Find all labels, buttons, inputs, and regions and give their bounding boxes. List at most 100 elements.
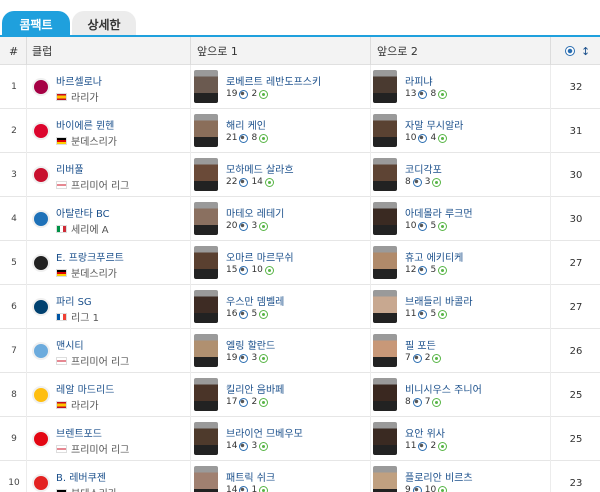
club-name-link[interactable]: 리버풀 bbox=[56, 161, 84, 176]
league-name[interactable]: 프리미어 리그 bbox=[71, 177, 129, 192]
club-crest-icon[interactable] bbox=[32, 122, 50, 140]
player-photo[interactable] bbox=[194, 114, 218, 147]
player-stats: 14 3 bbox=[226, 441, 270, 451]
league-name[interactable]: 라리가 bbox=[71, 89, 99, 104]
player-name-link[interactable]: 오마르 마르무쉬 bbox=[226, 249, 294, 264]
assist-icon bbox=[432, 397, 442, 407]
total-goals: 23 bbox=[569, 477, 583, 489]
player-name-link[interactable]: 엘링 할란드 bbox=[226, 337, 275, 352]
country-flag-icon bbox=[56, 136, 67, 145]
player-photo[interactable] bbox=[373, 466, 397, 492]
total-goals: 25 bbox=[569, 389, 583, 401]
player-photo[interactable] bbox=[194, 290, 218, 323]
country-flag-icon bbox=[56, 268, 67, 277]
player-name-link[interactable]: 비니시우스 주니어 bbox=[405, 381, 482, 396]
club-crest-icon[interactable] bbox=[32, 474, 50, 492]
club-crest-icon[interactable] bbox=[32, 78, 50, 96]
player-name-link[interactable]: 라피냐 bbox=[405, 73, 433, 88]
league-name[interactable]: 프리미어 리그 bbox=[71, 353, 129, 368]
player-name-link[interactable]: 브라이언 므베우모 bbox=[226, 425, 303, 440]
club-crest-icon[interactable] bbox=[32, 386, 50, 404]
club-crest-icon[interactable] bbox=[32, 254, 50, 272]
player-stats: 15 10 bbox=[226, 265, 276, 275]
player-photo[interactable] bbox=[373, 290, 397, 323]
player-photo[interactable] bbox=[373, 158, 397, 191]
league-name[interactable]: 분데스리가 bbox=[71, 265, 117, 280]
player-photo[interactable] bbox=[373, 114, 397, 147]
player-name-link[interactable]: 플로리안 비르츠 bbox=[405, 469, 473, 484]
player-photo[interactable] bbox=[194, 422, 218, 455]
player-name-link[interactable]: 코디각포 bbox=[405, 161, 442, 176]
player1-header[interactable]: 앞으로 1 bbox=[197, 37, 238, 65]
player-stats: 22 14 bbox=[226, 177, 276, 187]
club-header[interactable]: 클럽 bbox=[32, 37, 52, 65]
league-name[interactable]: 분데스리가 bbox=[71, 133, 117, 148]
player-name-link[interactable]: 우스만 뎀벨레 bbox=[226, 293, 284, 308]
player-name-link[interactable]: 킬리안 음바페 bbox=[226, 381, 284, 396]
club-name-link[interactable]: 맨시티 bbox=[56, 337, 84, 352]
player-name-link[interactable]: 브래들리 바콜라 bbox=[405, 293, 473, 308]
club-crest-icon[interactable] bbox=[32, 210, 50, 228]
player-photo[interactable] bbox=[373, 422, 397, 455]
rank-number: 1 bbox=[11, 82, 17, 92]
player-name-link[interactable]: 마테오 레테기 bbox=[226, 205, 284, 220]
player-photo[interactable] bbox=[373, 70, 397, 103]
table-row: 7 맨시티 프리미어 리그 엘링 할란드 19 3 필 포든 7 2 26 bbox=[0, 329, 600, 373]
player-photo[interactable] bbox=[194, 70, 218, 103]
player-name-link[interactable]: 모하메드 살라흐 bbox=[226, 161, 294, 176]
goals-value: 8 bbox=[405, 177, 411, 187]
player-name-link[interactable]: 휴고 에키티케 bbox=[405, 249, 463, 264]
player-photo[interactable] bbox=[194, 202, 218, 235]
assist-icon bbox=[438, 265, 448, 275]
player-name-link[interactable]: 요안 위사 bbox=[405, 425, 445, 440]
club-name-link[interactable]: 바르셀로나 bbox=[56, 73, 102, 88]
player-name-link[interactable]: 로베르트 레반도프스키 bbox=[226, 73, 321, 88]
league-name[interactable]: 세리에 A bbox=[71, 221, 109, 236]
league-name[interactable]: 리그 1 bbox=[71, 309, 99, 324]
player-photo[interactable] bbox=[194, 466, 218, 492]
player-photo[interactable] bbox=[373, 202, 397, 235]
club-name-link[interactable]: 바이에른 뮌헨 bbox=[56, 117, 114, 132]
club-crest-icon[interactable] bbox=[32, 430, 50, 448]
club-name-link[interactable]: 브렌트포드 bbox=[56, 425, 102, 440]
table-row: 6 파리 SG 리그 1 우스만 뎀벨레 16 5 브래들리 바콜라 11 5 bbox=[0, 285, 600, 329]
player-photo[interactable] bbox=[194, 246, 218, 279]
assist-icon bbox=[432, 353, 442, 363]
table-row: 2 바이에른 뮌헨 분데스리가 해리 케인 21 8 자말 무시알라 10 4 bbox=[0, 109, 600, 153]
player-photo[interactable] bbox=[194, 158, 218, 191]
forward-1-cell: 오마르 마르무쉬 15 10 bbox=[194, 241, 370, 285]
club-name-link[interactable]: B. 레버쿠젠 bbox=[56, 469, 106, 484]
assist-icon bbox=[438, 441, 448, 451]
player-name-link[interactable]: 자말 무시알라 bbox=[405, 117, 463, 132]
tab-compact[interactable]: 콤팩트 bbox=[2, 11, 70, 37]
player-name-link[interactable]: 아데몰라 루크먼 bbox=[405, 205, 473, 220]
goals-sort-header[interactable]: ↕ bbox=[565, 37, 590, 65]
player-name-link[interactable]: 해리 케인 bbox=[226, 117, 266, 132]
league-name[interactable]: 프리미어 리그 bbox=[71, 441, 129, 456]
club-crest-icon[interactable] bbox=[32, 298, 50, 316]
forward-2-cell: 필 포든 7 2 bbox=[373, 329, 549, 373]
forward-2-cell: 브래들리 바콜라 11 5 bbox=[373, 285, 549, 329]
player-photo[interactable] bbox=[194, 334, 218, 367]
forward-2-cell: 라피냐 13 8 bbox=[373, 65, 549, 109]
club-name-link[interactable]: 레알 마드리드 bbox=[56, 381, 114, 396]
player-photo[interactable] bbox=[373, 378, 397, 411]
league-name[interactable]: 라리가 bbox=[71, 397, 99, 412]
league-name[interactable]: 분데스리가 bbox=[71, 485, 117, 492]
player-name-link[interactable]: 패트릭 쉬크 bbox=[226, 469, 275, 484]
player-stats: 16 5 bbox=[226, 309, 270, 319]
table-row: 8 레알 마드리드 라리가 킬리안 음바페 17 2 비니시우스 주니어 8 7 bbox=[0, 373, 600, 417]
player-name-link[interactable]: 필 포든 bbox=[405, 337, 436, 352]
club-crest-icon[interactable] bbox=[32, 166, 50, 184]
club-name-link[interactable]: 파리 SG bbox=[56, 293, 92, 308]
player2-header[interactable]: 앞으로 2 bbox=[377, 37, 418, 65]
player-photo[interactable] bbox=[373, 246, 397, 279]
player-photo[interactable] bbox=[194, 378, 218, 411]
player-stats: 8 7 bbox=[405, 397, 443, 407]
player-photo[interactable] bbox=[373, 334, 397, 367]
club-crest-icon[interactable] bbox=[32, 342, 50, 360]
club-name-link[interactable]: 아탈란타 BC bbox=[56, 205, 110, 220]
total-goals: 27 bbox=[569, 257, 583, 269]
club-name-link[interactable]: E. 프랑크푸르트 bbox=[56, 249, 124, 264]
tab-detailed[interactable]: 상세한 bbox=[72, 11, 136, 37]
